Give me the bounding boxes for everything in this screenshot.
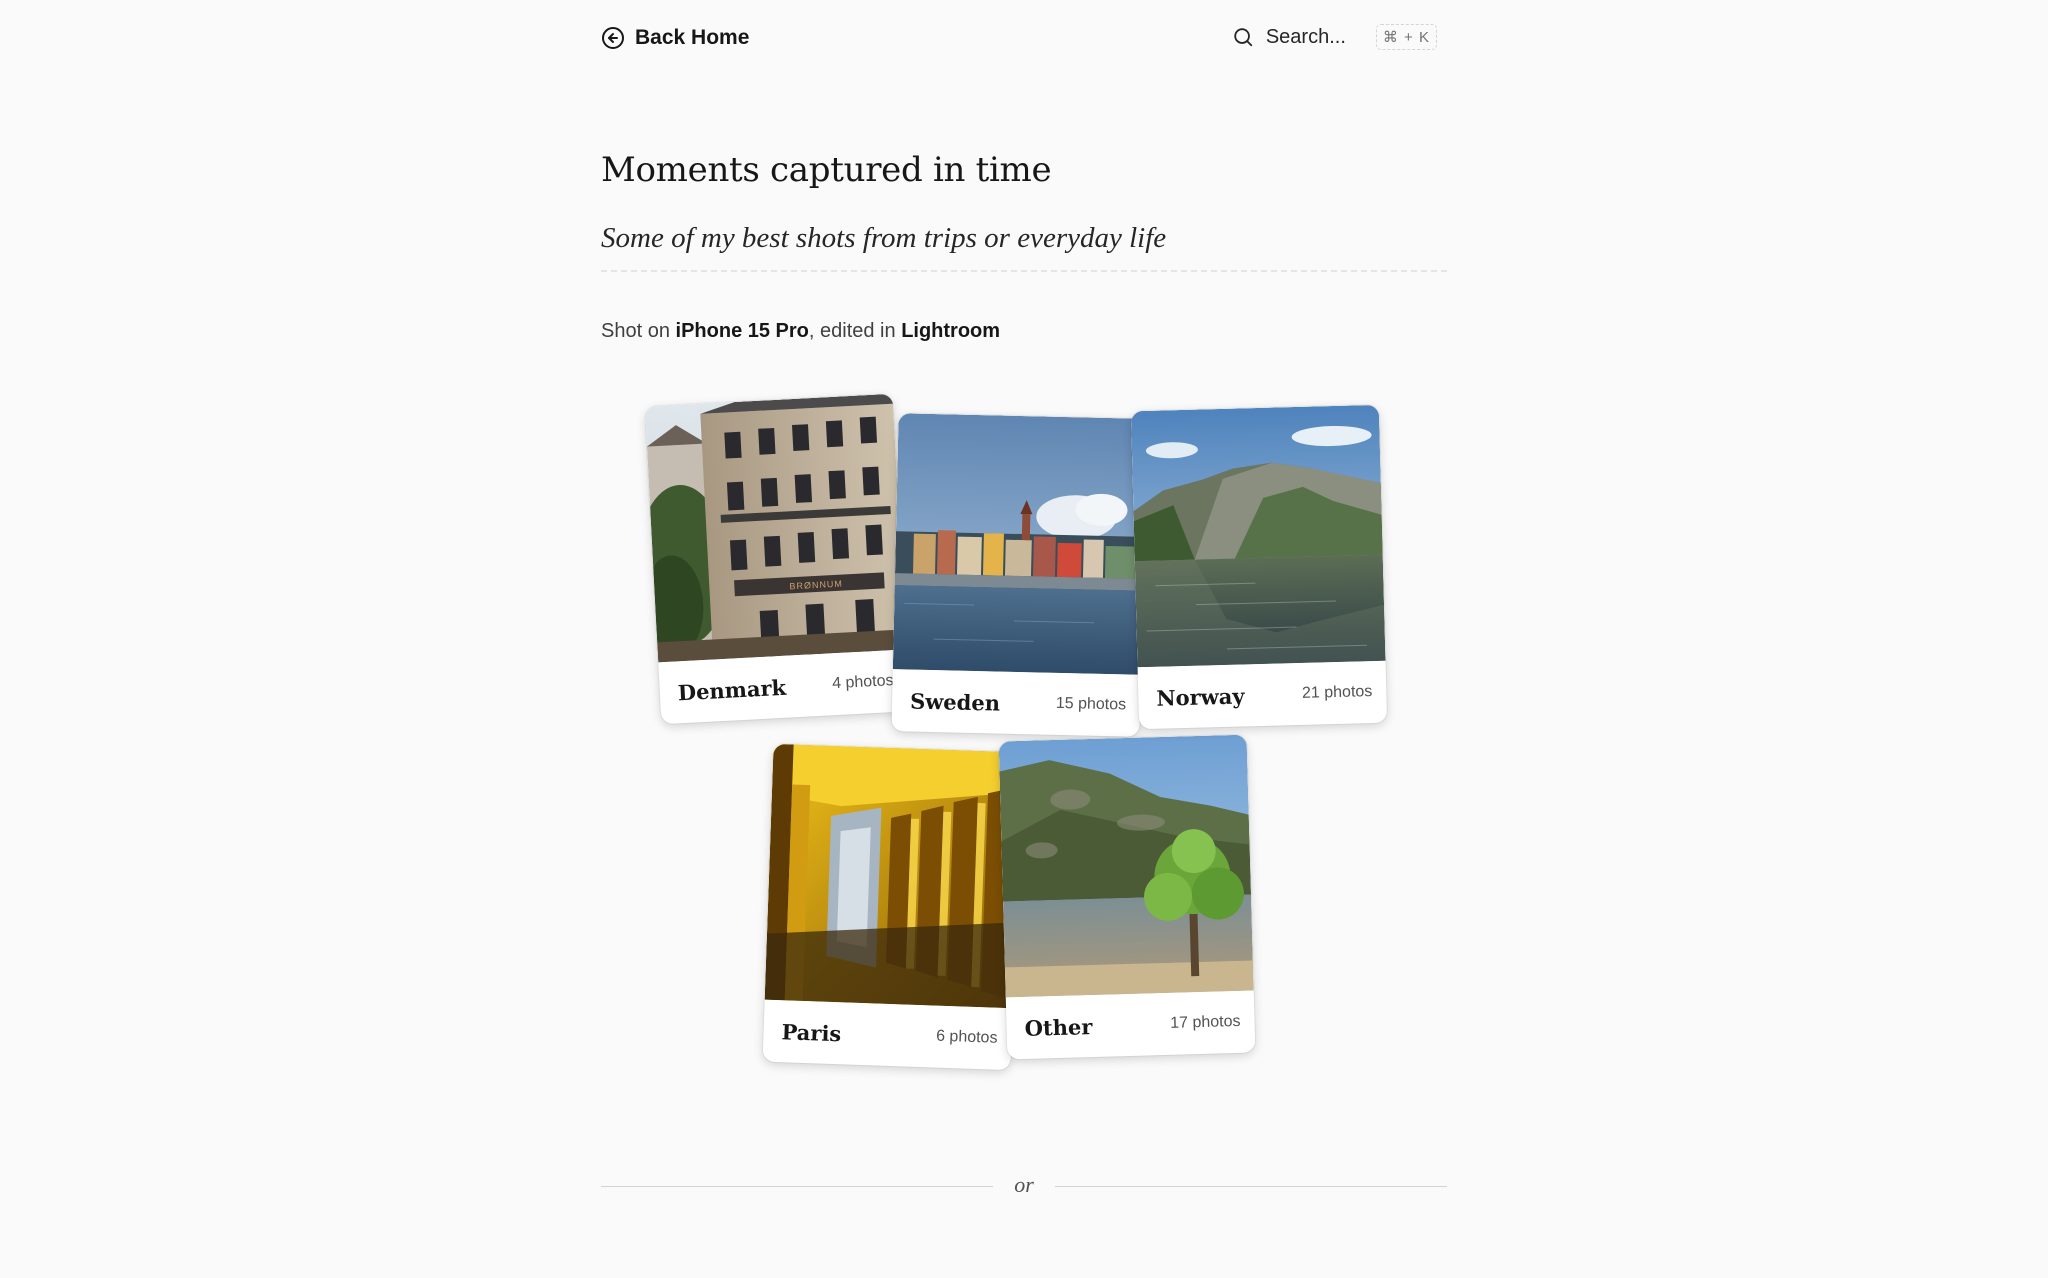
page-subtitle: Some of my best shots from trips or ever… (601, 222, 1167, 254)
album-card-denmark[interactable]: BRØNNUM Denmark 4 photos (644, 393, 910, 725)
search-shortcut-hint: ⌘ + K (1375, 24, 1437, 50)
search-label: Search... (1265, 25, 1346, 48)
album-name: Paris (781, 1018, 842, 1046)
album-name: Denmark (677, 674, 787, 705)
search-icon (1232, 26, 1254, 48)
page: Back Home Search... ⌘ + K Moments captur… (601, 0, 1447, 1278)
album-count: 4 photos (831, 672, 894, 693)
album-name: Other (1024, 1013, 1093, 1041)
album-count: 15 photos (1055, 694, 1127, 714)
album-count: 6 photos (935, 1027, 998, 1047)
arrow-left-circle-icon (601, 26, 625, 50)
album-meta: Norway 21 photos (1138, 661, 1388, 729)
shot-on-middle: , edited in (808, 320, 902, 342)
album-photo-sweden (892, 413, 1147, 675)
album-meta: Paris 6 photos (763, 1000, 1013, 1071)
shot-on-prefix: Shot on (601, 320, 676, 342)
album-count: 21 photos (1301, 683, 1373, 702)
back-home-link[interactable]: Back Home (601, 26, 749, 50)
shot-on-note: Shot on iPhone 15 Pro, edited in Lightro… (601, 320, 1000, 343)
album-card-paris[interactable]: Paris 6 photos (762, 743, 1022, 1071)
or-divider: or (601, 1172, 1447, 1202)
dashed-divider (601, 270, 1447, 272)
album-photo-paris (764, 743, 1022, 1009)
album-photo-denmark: BRØNNUM (644, 393, 906, 663)
shot-on-software: Lightroom (901, 320, 1001, 342)
album-meta: Other 17 photos (1006, 990, 1256, 1059)
divider-line (1055, 1186, 1447, 1187)
search-button[interactable]: Search... ⌘ + K (1232, 24, 1437, 50)
or-label: or (1014, 1172, 1034, 1197)
back-home-label: Back Home (635, 26, 750, 49)
shot-on-device: iPhone 15 Pro (675, 320, 809, 342)
album-meta: Denmark 4 photos (658, 649, 909, 724)
page-title: Moments captured in time (601, 150, 1052, 190)
album-photo-other (998, 734, 1254, 998)
album-card-other[interactable]: Other 17 photos (998, 734, 1256, 1060)
album-meta: Sweden 15 photos (891, 669, 1140, 737)
album-count: 17 photos (1170, 1012, 1241, 1032)
album-photo-norway (1130, 404, 1386, 668)
album-card-norway[interactable]: Norway 21 photos (1130, 404, 1388, 730)
album-name: Sweden (909, 688, 1001, 716)
album-card-sweden[interactable]: Sweden 15 photos (891, 413, 1147, 737)
album-name: Norway (1156, 682, 1245, 711)
